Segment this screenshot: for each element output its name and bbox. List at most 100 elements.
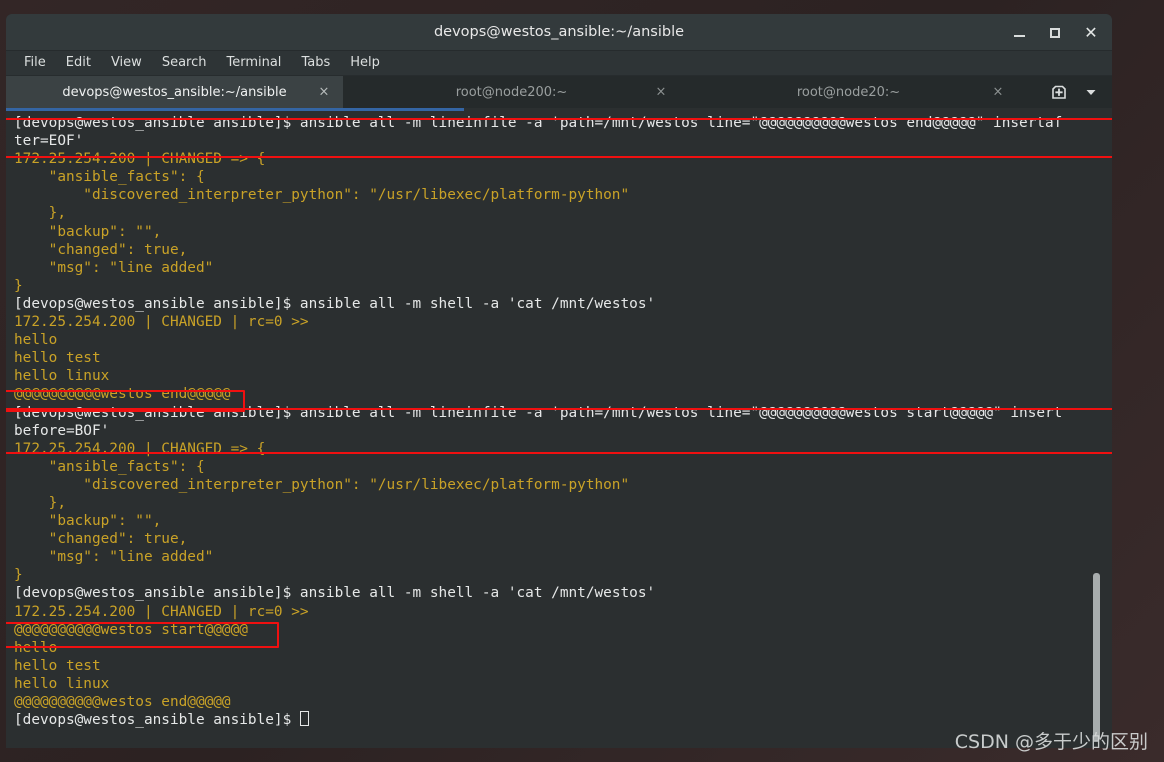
window-title: devops@westos_ansible:~/ansible (433, 24, 685, 40)
tab-root-node20[interactable]: root@node20:~ × (680, 76, 1017, 108)
menu-item-tabs[interactable]: Tabs (291, 53, 340, 73)
minimize-icon (1013, 35, 1025, 37)
terminal-line: 172.25.254.200 | CHANGED | rc=0 >> (14, 313, 1098, 331)
terminal-line: [devops@westos_ansible ansible]$ ansible… (14, 295, 1098, 313)
menu-item-view[interactable]: View (101, 53, 152, 73)
command-output: hello test (14, 350, 101, 367)
command-output: "msg": "line added" (14, 259, 214, 276)
terminal-line: }, (14, 204, 1098, 222)
command-text: ansible all -m shell -a 'cat /mnt/westos… (299, 295, 656, 312)
maximize-button[interactable] (1040, 20, 1070, 46)
terminal-line: @@@@@@@@@@westos end@@@@@ (14, 693, 1098, 711)
terminal-line: }, (14, 494, 1098, 512)
command-output: @@@@@@@@@@westos end@@@@@ (14, 694, 231, 710)
terminal-line: [devops@westos_ansible ansible]$ ansible… (14, 114, 1098, 132)
close-button[interactable]: ✕ (1076, 20, 1106, 46)
terminal-line: hello (14, 639, 1098, 657)
window-controls: ✕ (1004, 14, 1106, 51)
menu-item-edit[interactable]: Edit (56, 53, 101, 73)
terminal-line: hello linux (14, 367, 1098, 385)
close-icon: ✕ (1084, 22, 1098, 42)
command-output: "changed": true, (14, 531, 188, 548)
terminal-line: [devops@westos_ansible ansible]$ (14, 711, 1098, 729)
command-output: "ansible_facts": { (14, 458, 205, 475)
terminal-line: "backup": "", (14, 512, 1098, 530)
command-output: "changed": true, (14, 241, 188, 258)
tab-root-node200[interactable]: root@node200:~ × (343, 76, 680, 108)
tab-label: root@node20:~ (796, 84, 901, 100)
command-output: hello (14, 332, 58, 349)
terminal-line: "msg": "line added" (14, 259, 1098, 277)
menu-item-terminal[interactable]: Terminal (216, 53, 291, 73)
terminal-output[interactable]: [devops@westos_ansible ansible]$ ansible… (6, 108, 1098, 748)
shell-prompt: [devops@westos_ansible ansible]$ (14, 585, 300, 602)
new-tab-button[interactable] (1044, 78, 1074, 106)
command-text: ansible all -m lineinfile -a 'path=/mnt/… (299, 115, 1063, 131)
terminal-line: "backup": "", (14, 223, 1098, 241)
watermark: CSDN @多于少的区别 (954, 731, 1148, 753)
terminal-window: devops@westos_ansible:~/ansible ✕ File E… (6, 14, 1112, 748)
tab-close-icon[interactable]: × (991, 85, 1005, 100)
command-output: "backup": "", (14, 513, 162, 530)
tab-close-icon[interactable]: × (654, 85, 668, 100)
terminal-line: "msg": "line added" (14, 548, 1098, 566)
terminal-line: [devops@westos_ansible ansible]$ ansible… (14, 404, 1098, 422)
terminal-line: [devops@westos_ansible ansible]$ ansible… (14, 584, 1098, 602)
shell-prompt: [devops@westos_ansible ansible]$ (14, 295, 300, 312)
command-text: ansible all -m lineinfile -a 'path=/mnt/… (299, 404, 1063, 421)
window-titlebar: devops@westos_ansible:~/ansible ✕ (6, 14, 1112, 51)
terminal-line: "discovered_interpreter_python": "/usr/l… (14, 186, 1098, 204)
terminal-line: "ansible_facts": { (14, 168, 1098, 186)
command-output: @@@@@@@@@@westos start@@@@@ (14, 621, 248, 638)
terminal-line: "changed": true, (14, 241, 1098, 259)
active-tab-underline (6, 108, 464, 111)
command-output: @@@@@@@@@@westos end@@@@@ (14, 386, 231, 403)
terminal-viewport[interactable]: [devops@westos_ansible ansible]$ ansible… (6, 108, 1112, 748)
terminal-line: } (14, 566, 1098, 584)
terminal-scrollbar[interactable] (1090, 108, 1104, 748)
tab-devops-ansible[interactable]: devops@westos_ansible:~/ansible × (6, 76, 343, 108)
command-output: hello linux (14, 675, 110, 692)
minimize-button[interactable] (1004, 20, 1034, 46)
terminal-line: 172.25.254.200 | CHANGED => { (14, 440, 1098, 458)
maximize-icon (1050, 27, 1060, 38)
command-output: 172.25.254.200 | CHANGED => { (14, 151, 266, 168)
command-output: "msg": "line added" (14, 549, 214, 566)
tab-label: root@node200:~ (455, 84, 568, 100)
command-output: } (14, 567, 23, 584)
command-output: }, (14, 494, 66, 511)
tab-close-icon[interactable]: × (317, 85, 331, 100)
command-output: hello (14, 639, 58, 656)
terminal-line: hello test (14, 657, 1098, 675)
terminal-line: 172.25.254.200 | CHANGED => { (14, 150, 1098, 168)
screen-root: devops@westos_ansible:~/ansible ✕ File E… (0, 0, 1164, 762)
terminal-line: before=BOF' (14, 422, 1098, 440)
text-cursor (299, 711, 309, 727)
command-output: 172.25.254.200 | CHANGED => { (14, 440, 266, 457)
scrollbar-thumb[interactable] (1093, 573, 1100, 741)
command-output: } (14, 277, 23, 294)
shell-prompt: [devops@westos_ansible ansible]$ (14, 712, 300, 729)
command-text: before=BOF' (14, 422, 110, 439)
command-output: "discovered_interpreter_python": "/usr/l… (14, 187, 630, 204)
menu-item-help[interactable]: Help (340, 53, 390, 73)
terminal-line: } (14, 277, 1098, 295)
menu-item-file[interactable]: File (18, 53, 56, 73)
terminal-line: @@@@@@@@@@westos start@@@@@ (14, 621, 1098, 639)
command-output: 172.25.254.200 | CHANGED | rc=0 >> (14, 603, 309, 620)
command-output: "discovered_interpreter_python": "/usr/l… (14, 476, 630, 493)
command-output: }, (14, 205, 66, 222)
command-output: hello linux (14, 368, 110, 385)
terminal-line: hello linux (14, 675, 1098, 693)
shell-prompt: [devops@westos_ansible ansible]$ (14, 115, 300, 131)
shell-prompt: [devops@westos_ansible ansible]$ (14, 404, 300, 421)
menu-item-search[interactable]: Search (152, 53, 217, 73)
command-output: "ansible_facts": { (14, 169, 205, 186)
chevron-down-icon (1086, 90, 1096, 95)
terminal-line: "changed": true, (14, 530, 1098, 548)
terminal-line: hello test (14, 349, 1098, 367)
terminal-line: @@@@@@@@@@westos end@@@@@ (14, 385, 1098, 403)
tabbar-actions (1044, 76, 1112, 108)
command-text: ansible all -m shell -a 'cat /mnt/westos… (299, 585, 656, 602)
tab-list-button[interactable] (1076, 78, 1106, 106)
